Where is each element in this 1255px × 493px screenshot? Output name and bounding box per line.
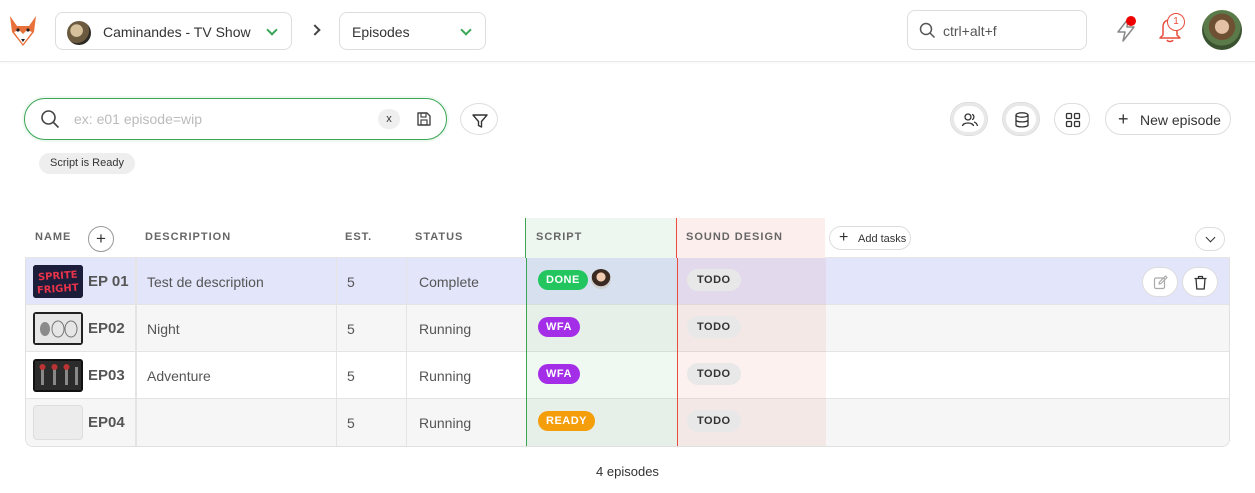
episode-estimation[interactable]: 5 bbox=[347, 415, 355, 431]
episode-status[interactable]: Complete bbox=[419, 274, 479, 290]
sound-status-badge[interactable]: TODO bbox=[687, 316, 741, 338]
episode-thumbnail[interactable] bbox=[33, 312, 83, 345]
news-indicator bbox=[1126, 16, 1136, 26]
filter-icon bbox=[472, 114, 488, 128]
episode-status[interactable]: Running bbox=[419, 321, 471, 337]
sound-status-badge[interactable]: TODO bbox=[687, 269, 741, 291]
production-name: Caminandes - TV Show bbox=[103, 24, 251, 40]
episode-estimation[interactable]: 5 bbox=[347, 368, 355, 384]
episode-thumbnail-placeholder[interactable] bbox=[33, 405, 83, 440]
column-divider bbox=[336, 352, 337, 399]
script-status-badge[interactable]: WFA bbox=[538, 317, 580, 337]
episode-description[interactable]: Adventure bbox=[147, 368, 211, 384]
delete-episode-button[interactable] bbox=[1182, 267, 1218, 297]
sound-status-badge[interactable]: TODO bbox=[687, 410, 741, 432]
sound-status-badge[interactable]: TODO bbox=[687, 363, 741, 385]
global-search-placeholder: ctrl+alt+f bbox=[943, 23, 997, 39]
people-toggle-button[interactable] bbox=[950, 102, 988, 136]
episode-name[interactable]: EP03 bbox=[88, 367, 125, 384]
section-selector[interactable]: Episodes bbox=[339, 12, 486, 50]
episode-status[interactable]: Running bbox=[419, 415, 471, 431]
add-tasks-label: Add tasks bbox=[858, 233, 907, 245]
episode-estimation[interactable]: 5 bbox=[347, 321, 355, 337]
table-row[interactable]: EP04 5 Running READY TODO bbox=[26, 399, 1229, 446]
header-status[interactable]: STATUS bbox=[415, 231, 463, 243]
edit-episode-button[interactable] bbox=[1142, 267, 1178, 297]
column-divider bbox=[336, 258, 337, 305]
assignee-avatar bbox=[591, 269, 611, 289]
people-icon bbox=[961, 113, 979, 127]
episode-thumbnail[interactable] bbox=[33, 359, 83, 392]
chevron-down-icon bbox=[460, 24, 472, 36]
section-name: Episodes bbox=[352, 24, 410, 40]
episode-search-input[interactable]: ex: e01 episode=wip x bbox=[24, 98, 447, 140]
new-episode-button[interactable]: + New episode bbox=[1105, 103, 1231, 135]
column-divider bbox=[135, 399, 137, 446]
column-divider bbox=[406, 305, 407, 352]
active-filter-chip[interactable]: Script is Ready bbox=[39, 153, 135, 174]
header-name[interactable]: NAME bbox=[35, 231, 71, 243]
new-episode-label: New episode bbox=[1140, 112, 1221, 128]
column-options-button[interactable] bbox=[1195, 227, 1225, 251]
database-icon bbox=[1015, 112, 1029, 128]
production-selector[interactable]: Caminandes - TV Show bbox=[55, 12, 292, 50]
search-icon bbox=[41, 110, 60, 129]
chevron-right-icon bbox=[309, 24, 321, 36]
database-toggle-button[interactable] bbox=[1002, 102, 1040, 136]
plus-icon: + bbox=[839, 229, 849, 246]
filter-builder-button[interactable] bbox=[460, 103, 498, 135]
header-est[interactable]: EST. bbox=[345, 231, 372, 243]
chevron-down-icon bbox=[266, 24, 278, 36]
production-avatar bbox=[67, 21, 91, 45]
episodes-table: NAME + DESCRIPTION EST. STATUS SCRIPT SO… bbox=[25, 218, 1230, 447]
table-header: NAME + DESCRIPTION EST. STATUS SCRIPT SO… bbox=[25, 218, 1230, 258]
column-divider bbox=[406, 258, 407, 305]
add-tasks-button[interactable]: + Add tasks bbox=[829, 226, 911, 250]
table-row[interactable]: EP03 Adventure 5 Running WFA TODO bbox=[26, 352, 1229, 399]
episode-count: 4 episodes bbox=[596, 464, 659, 479]
edit-icon bbox=[1153, 275, 1168, 290]
header-script[interactable]: SCRIPT bbox=[536, 231, 582, 243]
episode-description[interactable]: Night bbox=[147, 321, 180, 337]
column-divider bbox=[406, 352, 407, 399]
search-icon bbox=[919, 22, 936, 39]
clear-search-button[interactable]: x bbox=[378, 109, 400, 129]
column-divider bbox=[336, 399, 337, 446]
table-row[interactable]: EP02 Night 5 Running WFA TODO bbox=[26, 305, 1229, 352]
episode-status[interactable]: Running bbox=[419, 368, 471, 384]
script-status-badge[interactable]: DONE bbox=[538, 270, 588, 290]
plus-icon: + bbox=[1118, 109, 1129, 129]
grid-view-button[interactable] bbox=[1054, 103, 1090, 135]
table-body: SPRITE FRIGHT EP 01 Test de description … bbox=[25, 258, 1230, 447]
column-divider bbox=[135, 258, 137, 305]
trash-icon bbox=[1194, 275, 1207, 290]
episode-thumbnail[interactable]: SPRITE FRIGHT bbox=[33, 265, 83, 298]
save-icon[interactable] bbox=[416, 111, 432, 127]
script-status-badge[interactable]: READY bbox=[538, 411, 596, 431]
search-placeholder: ex: e01 episode=wip bbox=[74, 111, 203, 127]
header-sound-design[interactable]: SOUND DESIGN bbox=[686, 231, 783, 243]
episode-name[interactable]: EP 01 bbox=[88, 273, 129, 290]
fox-logo-icon[interactable] bbox=[8, 14, 38, 48]
episode-estimation[interactable]: 5 bbox=[347, 274, 355, 290]
global-search-input[interactable]: ctrl+alt+f bbox=[907, 10, 1087, 50]
table-row[interactable]: SPRITE FRIGHT EP 01 Test de description … bbox=[26, 258, 1229, 305]
header-description[interactable]: DESCRIPTION bbox=[145, 231, 231, 243]
episode-name[interactable]: EP02 bbox=[88, 320, 125, 337]
grid-icon bbox=[1065, 112, 1081, 128]
top-bar: Caminandes - TV Show Episodes ctrl+alt+f… bbox=[0, 0, 1255, 62]
notification-count: 1 bbox=[1167, 13, 1185, 31]
add-column-button[interactable]: + bbox=[88, 226, 114, 252]
user-avatar[interactable] bbox=[1202, 10, 1242, 50]
episode-description[interactable]: Test de description bbox=[147, 274, 264, 290]
column-divider bbox=[135, 352, 137, 399]
chevron-down-icon bbox=[1205, 232, 1216, 243]
column-divider bbox=[135, 305, 137, 352]
column-divider bbox=[336, 305, 337, 352]
script-status-badge[interactable]: WFA bbox=[538, 364, 580, 384]
column-divider bbox=[406, 399, 407, 446]
episode-name[interactable]: EP04 bbox=[88, 414, 125, 431]
